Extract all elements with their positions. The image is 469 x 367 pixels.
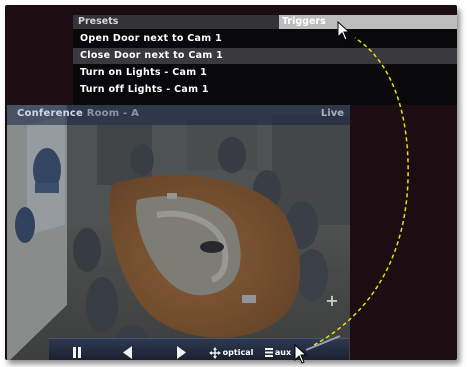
- drag-path: [305, 37, 409, 351]
- mouse-pointer-icon: [337, 21, 351, 41]
- mouse-pointer-icon: [294, 344, 308, 364]
